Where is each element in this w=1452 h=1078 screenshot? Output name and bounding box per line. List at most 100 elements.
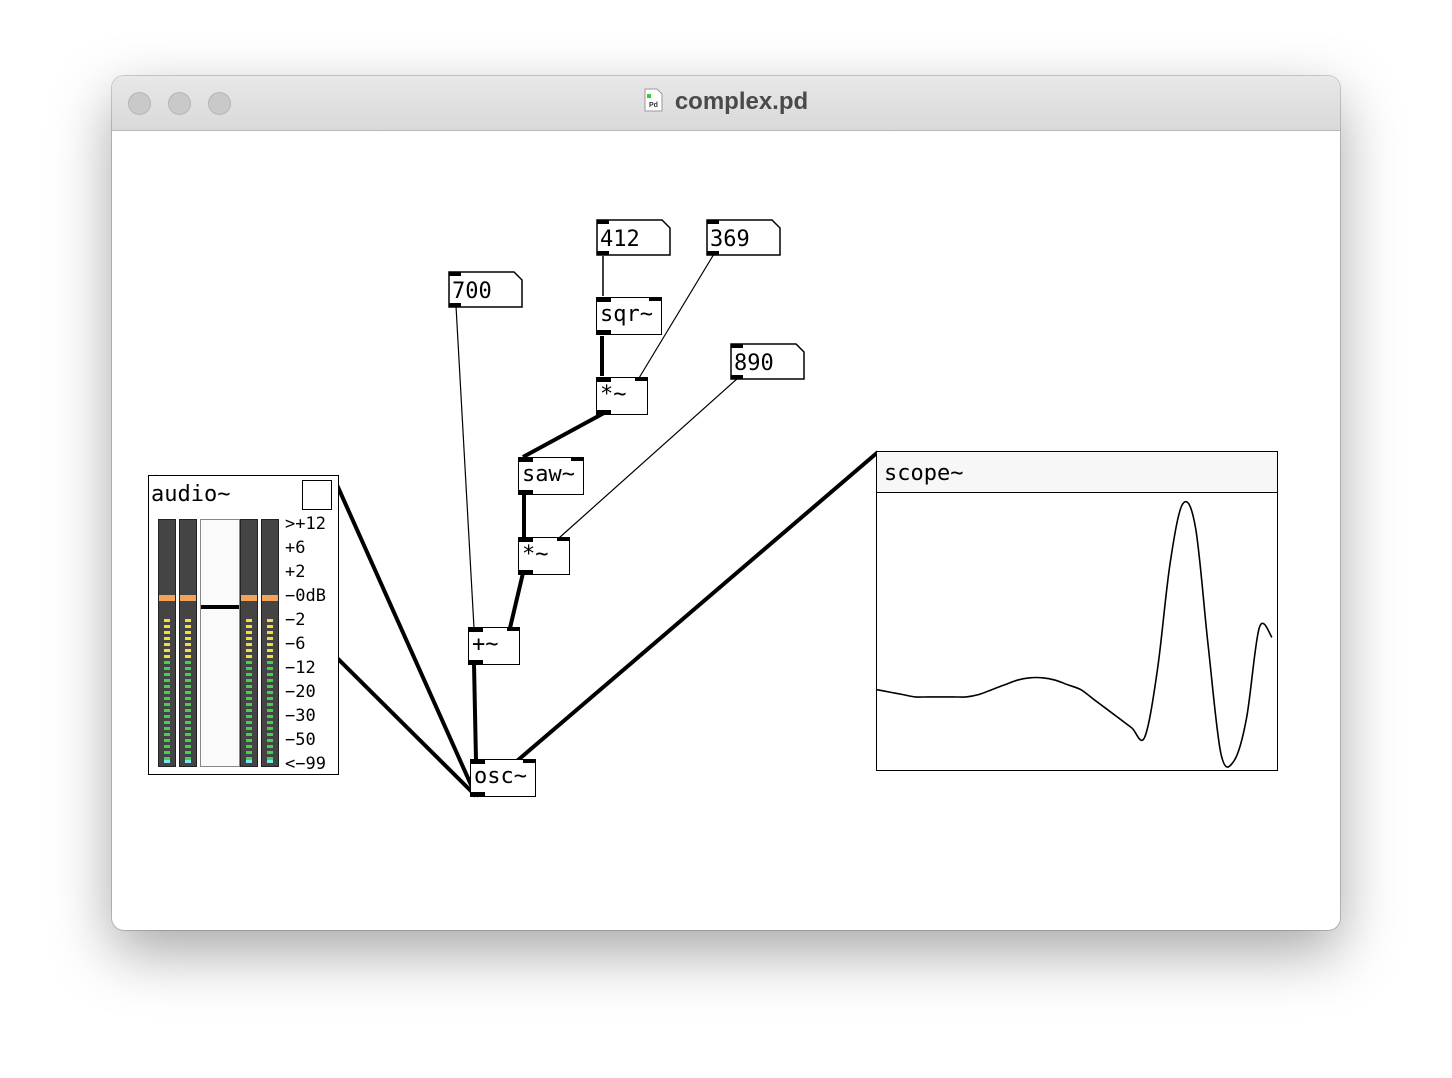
wire-mul2-add <box>508 572 525 629</box>
meter-led <box>267 667 273 670</box>
object-label: saw~ <box>522 462 575 487</box>
meter-led <box>185 679 191 682</box>
wire-890-mul2 <box>558 377 739 539</box>
outlet[interactable] <box>469 660 483 665</box>
meter-led <box>185 721 191 724</box>
meter-led <box>267 751 273 754</box>
meter-led <box>267 625 273 628</box>
meter-led <box>164 745 170 748</box>
object-add[interactable]: +~ <box>468 627 520 665</box>
inlet[interactable] <box>523 759 535 763</box>
title-bar[interactable]: Pd complex.pd <box>112 76 1340 131</box>
meter-led <box>246 631 252 634</box>
number-box-369[interactable]: 369 <box>706 219 782 256</box>
pd-patch-window: Pd complex.pd 412 369 700 890 sqr~ *~ sa… <box>112 76 1340 930</box>
meter-scale-label: −0dB <box>285 586 326 606</box>
meter-led <box>185 727 191 730</box>
meter-led <box>267 721 273 724</box>
audio-label: audio~ <box>151 482 231 507</box>
object-multiply-2[interactable]: *~ <box>518 537 570 575</box>
meter-led <box>164 685 170 688</box>
inlet[interactable] <box>557 537 569 541</box>
number-box-890[interactable]: 890 <box>730 343 806 380</box>
object-saw[interactable]: saw~ <box>518 457 584 495</box>
meter-led <box>185 697 191 700</box>
object-sqr[interactable]: sqr~ <box>596 297 662 335</box>
meter-led <box>267 661 273 664</box>
meter-led <box>164 727 170 730</box>
meter-peak-marker <box>180 595 196 601</box>
meter-led <box>246 685 252 688</box>
outlet[interactable] <box>471 792 485 797</box>
outlet[interactable] <box>519 490 533 495</box>
meter-scale-label: −2 <box>285 610 306 630</box>
meter-led <box>164 637 170 640</box>
window-title-text: complex.pd <box>674 88 809 115</box>
meter-led <box>246 697 252 700</box>
meter-led <box>185 709 191 712</box>
meter-led <box>246 643 252 646</box>
meter-led-low <box>164 760 170 763</box>
number-box-700[interactable]: 700 <box>448 271 524 308</box>
meter-led <box>185 643 191 646</box>
inlet[interactable] <box>649 297 661 301</box>
outlet[interactable] <box>519 570 533 575</box>
meter-led <box>246 667 252 670</box>
meter-led <box>267 673 273 676</box>
meter-led <box>185 703 191 706</box>
scope-display[interactable]: scope~ <box>876 451 1278 771</box>
meter-led <box>246 751 252 754</box>
meter-led <box>164 673 170 676</box>
meter-led <box>246 691 252 694</box>
wire-osc-scope <box>474 450 880 798</box>
meter-scale-label: >+12 <box>285 514 326 534</box>
meter-led <box>267 709 273 712</box>
meter-led <box>164 649 170 652</box>
scope-label: scope~ <box>884 461 964 486</box>
inlet[interactable] <box>635 377 647 381</box>
number-box-412[interactable]: 412 <box>596 219 672 256</box>
meter-led <box>267 733 273 736</box>
meter-led <box>246 727 252 730</box>
meter-led <box>246 703 252 706</box>
meter-led <box>267 655 273 658</box>
outlet[interactable] <box>597 330 611 335</box>
object-label: *~ <box>522 542 549 567</box>
meter-scale-label: −20 <box>285 682 316 702</box>
wire-700-add <box>455 305 475 629</box>
meter-scale-label: −6 <box>285 634 306 654</box>
meter-led <box>164 721 170 724</box>
number-value: 700 <box>452 279 492 304</box>
meter-peak-marker <box>159 595 175 601</box>
meter-led <box>246 661 252 664</box>
number-value: 369 <box>710 227 750 252</box>
meter-scale-label: +2 <box>285 562 306 582</box>
meter-led <box>164 667 170 670</box>
meter-led <box>164 739 170 742</box>
meter-led <box>185 745 191 748</box>
inlet[interactable] <box>571 457 583 461</box>
meter-led <box>246 655 252 658</box>
meter-led <box>185 667 191 670</box>
meter-led <box>267 685 273 688</box>
object-multiply-1[interactable]: *~ <box>596 377 648 415</box>
object-osc[interactable]: osc~ <box>470 759 536 797</box>
meter-led <box>164 691 170 694</box>
meter-led <box>164 757 170 760</box>
outlet[interactable] <box>597 410 611 415</box>
scope-waveform-area <box>877 500 1273 768</box>
object-label: +~ <box>472 632 499 657</box>
meter-led <box>246 637 252 640</box>
dsp-toggle[interactable] <box>302 480 332 510</box>
meter-led <box>185 751 191 754</box>
meter-led <box>267 715 273 718</box>
meter-led <box>185 691 191 694</box>
meter-led <box>267 757 273 760</box>
meter-led <box>164 751 170 754</box>
audio-output-object[interactable]: audio~ >+12 +6 +2 −0dB −2 −6 −12 −20 −30 −50 <−99 <box>148 475 339 775</box>
patch-canvas[interactable]: 412 369 700 890 sqr~ *~ saw~ *~ +~ osc~ … <box>112 131 1340 930</box>
window-title: Pd complex.pd <box>112 88 1340 116</box>
meter-led <box>246 757 252 760</box>
inlet[interactable] <box>507 627 519 631</box>
svg-text:Pd: Pd <box>649 102 658 109</box>
